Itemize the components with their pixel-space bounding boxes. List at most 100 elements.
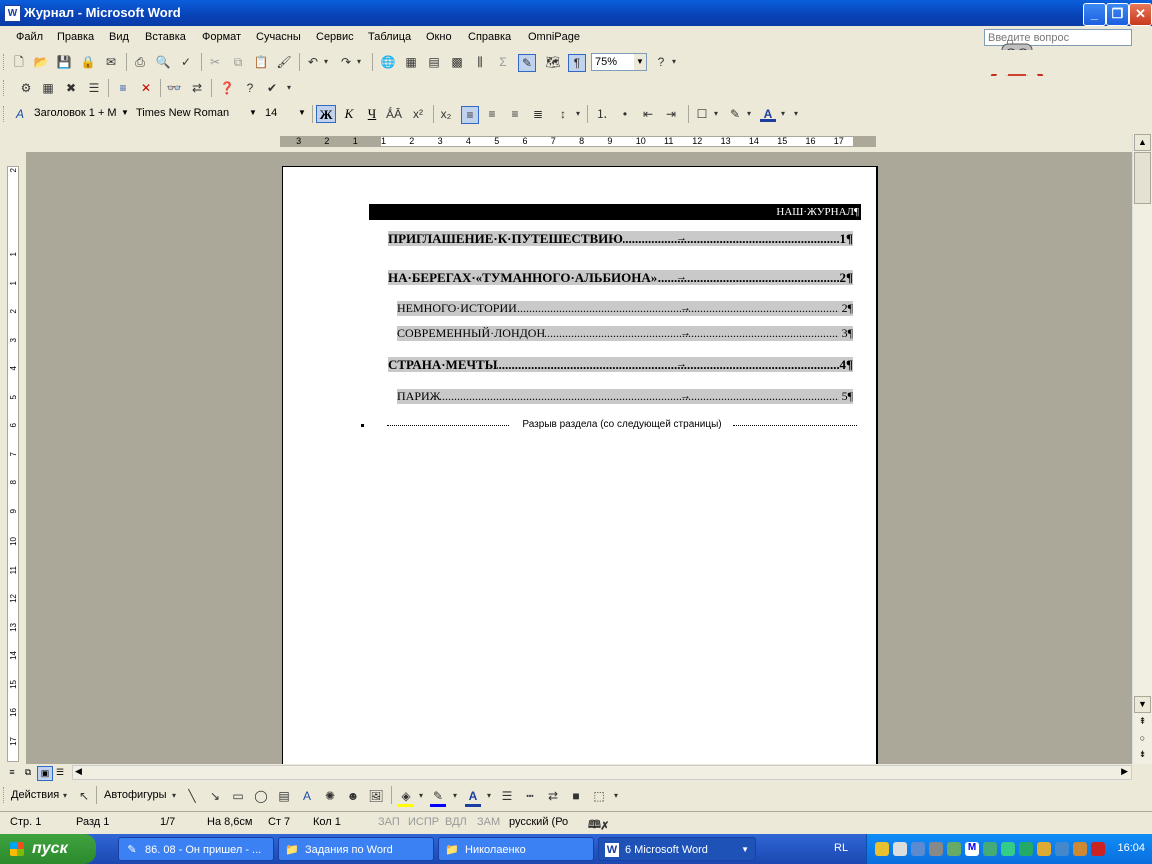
font-size-combo[interactable]: 14 ▼ — [262, 105, 308, 123]
print-preview-icon[interactable]: 🔍 — [155, 54, 171, 70]
word-app-icon[interactable]: W — [4, 5, 21, 22]
horizontal-scrollbar[interactable]: ◀ ▶ — [72, 765, 1132, 780]
insert-table-icon[interactable]: ▤ — [426, 54, 442, 70]
tray-icon[interactable] — [911, 842, 925, 856]
line-spacing-icon[interactable]: ↕ — [555, 106, 571, 122]
maximize-button[interactable]: ❐ — [1106, 3, 1129, 26]
spelling-icon[interactable]: ✓ — [178, 54, 194, 70]
toolbar-grip[interactable] — [3, 54, 7, 70]
menu-format[interactable]: Формат — [202, 31, 241, 43]
vertical-scrollbar[interactable]: ▲ ▼ ⇞ ○ ⇟ — [1132, 134, 1152, 764]
menu-omnipage[interactable]: OmniPage — [528, 31, 580, 43]
chevron-down-icon[interactable]: ▼ — [119, 105, 131, 121]
toolbar-options-icon[interactable]: ▾ — [792, 106, 800, 122]
redo-icon[interactable]: ↷ — [338, 54, 354, 70]
oval-tool-icon[interactable]: ◯ — [253, 788, 269, 804]
chevron-down-icon[interactable]: ▼ — [741, 838, 749, 860]
wordart-icon[interactable]: A — [299, 788, 315, 804]
tray-icon[interactable] — [1091, 842, 1105, 856]
tool-list-icon[interactable]: ☰ — [86, 80, 102, 96]
format-painter-icon[interactable]: 🖌 — [276, 54, 292, 70]
paste-icon[interactable]: 📋 — [253, 54, 269, 70]
align-center-icon[interactable]: ≡ — [484, 106, 500, 122]
outline-view-icon[interactable]: ☰ — [53, 766, 67, 779]
numbering-icon[interactable]: ⒈ — [594, 106, 610, 122]
draw-font-color-icon[interactable]: A — [465, 788, 481, 807]
increase-indent-icon[interactable]: ⇥ — [663, 106, 679, 122]
vertical-ruler[interactable]: 2112345678910111213141516171819 — [0, 152, 26, 802]
tray-icon[interactable]: M — [965, 842, 979, 856]
spelling-status-icon[interactable]: 🕮✗ — [588, 816, 608, 835]
tray-icon[interactable] — [1001, 842, 1015, 856]
align-right-icon[interactable]: ≡ — [507, 106, 523, 122]
chevron-down-icon[interactable]: ▼ — [634, 54, 646, 70]
menu-help[interactable]: Справка — [468, 31, 511, 43]
show-hide-pilcrow-icon[interactable]: ¶ — [568, 54, 586, 72]
horizontal-ruler[interactable]: 3 2 1 1 2 3 4 5 6 7 8 9 10 11 12 13 14 15 16 17 — [0, 132, 1152, 152]
hyperlink-icon[interactable]: 🌐 — [380, 54, 396, 70]
toolbar-grip[interactable] — [3, 80, 7, 96]
taskbar-item[interactable]: ✎ 86. 08 - Он пришел - ... — [118, 837, 274, 861]
menu-edit[interactable]: Правка — [57, 31, 94, 43]
arrow-style-icon[interactable]: ⇄ — [545, 788, 561, 804]
scroll-thumb[interactable] — [1134, 152, 1151, 204]
tray-icon[interactable] — [1073, 842, 1087, 856]
chevron-down-icon[interactable]: ▼ — [247, 105, 259, 121]
actions-dropdown-icon[interactable]: ▾ — [61, 788, 69, 804]
tool-grid-icon[interactable]: ▦ — [40, 80, 56, 96]
status-trk[interactable]: ИСПР — [408, 816, 439, 828]
font-combo[interactable]: Times New Roman ▼ — [133, 105, 259, 123]
document-area[interactable]: НАШ·ЖУРНАЛ¶ ............................… — [26, 152, 1132, 764]
autoshapes-dropdown-icon[interactable]: ▾ — [170, 788, 178, 804]
underline-button[interactable]: Ч — [362, 105, 382, 123]
menu-insert[interactable]: Вставка — [145, 31, 186, 43]
tray-icon[interactable] — [893, 842, 907, 856]
email-icon[interactable]: ✉ — [103, 54, 119, 70]
menu-window[interactable]: Окно — [426, 31, 452, 43]
checkmark-icon[interactable]: ✔ — [264, 80, 280, 96]
undo-icon[interactable]: ↶ — [305, 54, 321, 70]
normal-view-icon[interactable]: ≡ — [5, 766, 19, 779]
help-icon[interactable]: ? — [653, 54, 669, 70]
start-button[interactable]: пуск — [0, 834, 96, 864]
scroll-left-icon[interactable]: ◀ — [75, 766, 82, 777]
textbox-tool-icon[interactable]: ▤ — [276, 788, 292, 804]
align-left-icon[interactable]: ≡ — [461, 106, 479, 124]
redo-dropdown-icon[interactable]: ▾ — [355, 54, 363, 70]
tool-delete-icon[interactable]: ✖ — [63, 80, 79, 96]
highlight-icon[interactable]: ✎ — [727, 106, 743, 122]
copy-icon[interactable]: ⧉ — [230, 54, 246, 70]
justify-icon[interactable]: ≣ — [530, 106, 546, 122]
borders-icon[interactable]: ☐ — [694, 106, 710, 122]
status-ext[interactable]: ВДЛ — [445, 816, 467, 828]
tool-lines-icon[interactable]: ≡ — [115, 80, 131, 96]
autoshapes-menu[interactable]: Автофигуры — [104, 789, 167, 801]
tables-borders-icon[interactable]: ▦ — [403, 54, 419, 70]
menu-file[interactable]: Файл — [16, 31, 43, 43]
bullets-icon[interactable]: • — [617, 106, 633, 122]
question-box-icon[interactable]: ❓ — [219, 80, 235, 96]
line-color-icon[interactable]: ✎ — [430, 788, 446, 807]
font-color-icon[interactable]: A — [760, 106, 776, 122]
line-style-icon[interactable]: ☰ — [499, 788, 515, 804]
actions-menu[interactable]: Действия — [11, 789, 59, 801]
toolbar-options-icon[interactable]: ▾ — [285, 80, 293, 96]
web-view-icon[interactable]: ⧉ — [21, 766, 35, 779]
tray-icon[interactable] — [1037, 842, 1051, 856]
highlight-dropdown-icon[interactable]: ▾ — [745, 106, 753, 122]
toolbar-options-icon[interactable]: ▾ — [670, 54, 678, 70]
next-page-icon[interactable]: ⇟ — [1134, 747, 1151, 764]
status-ovr[interactable]: ЗАМ — [477, 816, 500, 828]
document-page[interactable]: НАШ·ЖУРНАЛ¶ ............................… — [282, 166, 878, 764]
clock[interactable]: 16:04 — [1117, 842, 1145, 854]
document-map-icon[interactable]: 🗺 — [545, 54, 561, 70]
menu-table[interactable]: Таблица — [368, 31, 411, 43]
tray-icon[interactable] — [1019, 842, 1033, 856]
insert-picture-icon[interactable]: 🖼 — [368, 788, 384, 804]
line-tool-icon[interactable]: ╲ — [184, 788, 200, 804]
toolbar-grip[interactable] — [3, 106, 7, 122]
menu-view[interactable]: Вид — [109, 31, 129, 43]
page-header[interactable]: НАШ·ЖУРНАЛ¶ — [369, 204, 861, 220]
taskbar-item[interactable]: 📁 Николаенко — [438, 837, 594, 861]
permission-icon[interactable]: 🔒 — [80, 54, 96, 70]
